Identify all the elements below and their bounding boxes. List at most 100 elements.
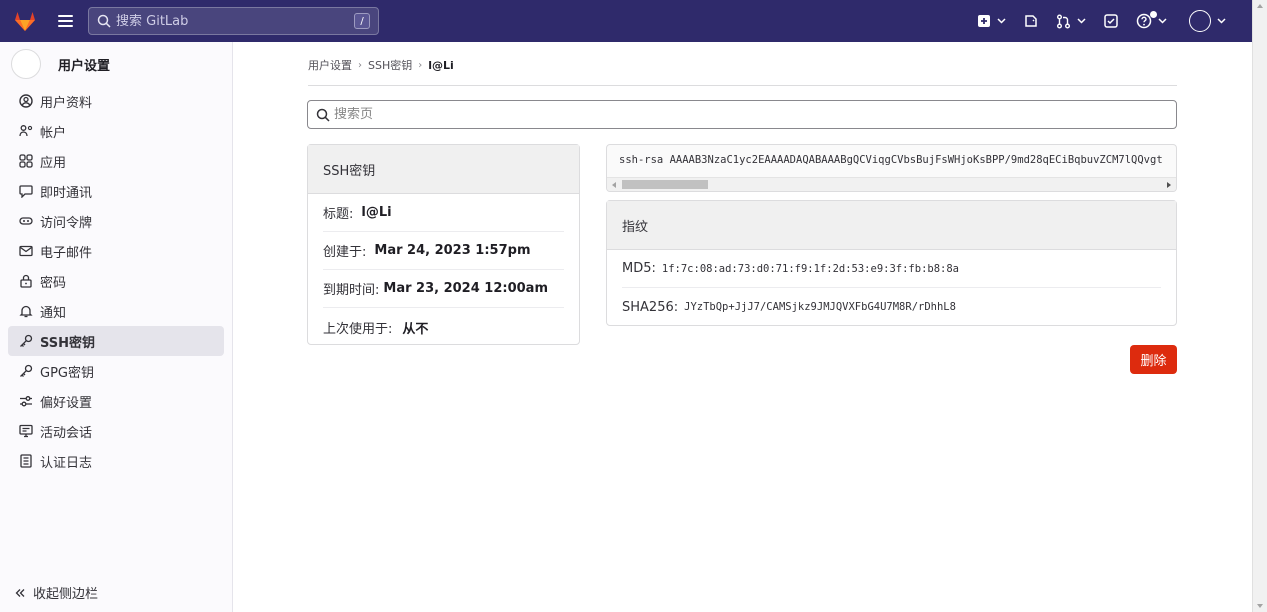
double-chevron-left-icon xyxy=(15,588,25,597)
sidebar-item-emails[interactable]: 电子邮件 xyxy=(8,236,224,266)
sidebar-item-label: 活动会话 xyxy=(40,425,93,441)
sidebar-item-auth-log[interactable]: 认证日志 xyxy=(8,446,224,476)
account-icon xyxy=(19,124,33,138)
sidebar-item-account[interactable]: 帐户 xyxy=(8,116,224,146)
hamburger-line xyxy=(58,25,73,27)
user-avatar xyxy=(1189,10,1211,32)
sidebar-item-preferences[interactable]: 偏好设置 xyxy=(8,386,224,416)
sidebar-item-label: SSH密钥 xyxy=(40,335,96,351)
sidebar-avatar xyxy=(11,49,41,79)
scrollbar-thumb[interactable] xyxy=(622,180,708,189)
breadcrumb-current[interactable]: l@Li xyxy=(428,59,454,72)
plus-square-icon xyxy=(978,15,990,27)
chevron-down-icon xyxy=(997,18,1006,24)
token-icon xyxy=(19,214,33,228)
chevron-right-icon: › xyxy=(358,59,362,71)
global-search[interactable]: / xyxy=(88,7,379,35)
sidebar-header: 用户设置 xyxy=(0,42,232,86)
breadcrumb-link-ssh-keys[interactable]: SSH密钥 xyxy=(368,57,412,73)
fingerprints-card-header: 指纹 xyxy=(607,201,1176,250)
key-horizontal-scrollbar[interactable] xyxy=(607,177,1176,191)
issues-icon xyxy=(1025,15,1037,27)
applications-icon xyxy=(19,154,33,168)
todo-check-icon xyxy=(1104,14,1118,28)
md5-value: 1f:7c:08:ad:73:d0:71:f9:1f:2d:53:e9:3f:f… xyxy=(661,262,960,275)
sidebar-item-chat[interactable]: 即时通讯 xyxy=(8,176,224,206)
top-navbar: / xyxy=(0,0,1252,42)
settings-sidebar: 用户设置 用户资料 帐户 应用 即时通讯 访问令牌 电子邮件 密码 通知 SSH… xyxy=(0,42,233,612)
search-shortcut-key: / xyxy=(354,13,370,29)
key-title-label: 标题: xyxy=(323,207,354,222)
key-expires-value: Mar 23, 2024 12:00am xyxy=(383,281,548,296)
collapse-sidebar-label: 收起侧边栏 xyxy=(33,587,99,602)
scroll-down-arrow-icon[interactable] xyxy=(1257,604,1263,608)
lock-icon xyxy=(19,274,33,288)
issues-button[interactable] xyxy=(1024,14,1038,28)
delete-key-button[interactable]: 删除 xyxy=(1130,345,1177,374)
sidebar-item-profile[interactable]: 用户资料 xyxy=(8,86,224,116)
fingerprints-card: 指纹 MD5: 1f:7c:08:ad:73:d0:71:f9:1f:2d:53… xyxy=(606,200,1177,326)
key-created-value: Mar 24, 2023 1:57pm xyxy=(374,243,531,258)
md5-label: MD5: xyxy=(622,261,656,276)
sidebar-item-access-tokens[interactable]: 访问令牌 xyxy=(8,206,224,236)
hamburger-line xyxy=(58,15,73,17)
key-icon xyxy=(19,334,33,348)
sidebar-item-label: 通知 xyxy=(40,305,67,321)
sidebar-item-label: 用户资料 xyxy=(40,95,93,111)
preferences-icon xyxy=(19,394,33,408)
sidebar-item-applications[interactable]: 应用 xyxy=(8,146,224,176)
chevron-down-icon xyxy=(1217,18,1226,24)
sidebar-item-label: 即时通讯 xyxy=(40,185,93,201)
md5-fingerprint-row: MD5: 1f:7c:08:ad:73:d0:71:f9:1f:2d:53:e9… xyxy=(622,250,1161,288)
help-dropdown[interactable] xyxy=(1136,11,1167,29)
breadcrumb-divider xyxy=(308,85,1177,86)
key-created-row: 创建于: Mar 24, 2023 1:57pm xyxy=(323,232,564,270)
sha256-fingerprint-row: SHA256: JYzTbQp+JjJ7/CAMSjkz9JMJQVXFbG4U… xyxy=(622,288,1161,326)
key-expires-label: 到期时间: xyxy=(323,283,380,298)
sidebar-item-password[interactable]: 密码 xyxy=(8,266,224,296)
ssh-key-text[interactable]: ssh-rsa AAAAB3NzaC1yc2EAAAADAQABAAABgQCV… xyxy=(619,154,1163,166)
sidebar-item-notifications[interactable]: 通知 xyxy=(8,296,224,326)
sidebar-item-active-sessions[interactable]: 活动会话 xyxy=(8,416,224,446)
scroll-left-arrow-icon[interactable] xyxy=(612,182,616,188)
sidebar-title: 用户设置 xyxy=(58,58,111,74)
key-last-used-label: 上次使用于: xyxy=(323,321,393,337)
ssh-key-card-header: SSH密钥 xyxy=(308,145,579,194)
sidebar-item-label: 密码 xyxy=(40,275,67,291)
sidebar-item-ssh-keys[interactable]: SSH密钥 xyxy=(8,326,224,356)
key-icon xyxy=(19,364,33,378)
menu-toggle-button[interactable] xyxy=(58,15,73,27)
search-icon xyxy=(97,14,111,28)
ssh-key-text-box[interactable]: ssh-rsa AAAAB3NzaC1yc2EAAAADAQABAAABgQCV… xyxy=(606,144,1177,192)
ssh-key-info-card: SSH密钥 标题: l@Li 创建于: Mar 24, 2023 1:57pm … xyxy=(307,144,580,345)
key-last-used-value: 从不 xyxy=(402,321,429,337)
page-search[interactable] xyxy=(307,100,1177,129)
sidebar-item-label: 偏好设置 xyxy=(40,395,93,411)
chevron-right-icon: › xyxy=(418,59,423,71)
hamburger-line xyxy=(58,20,73,22)
collapse-sidebar-button[interactable]: 收起侧边栏 xyxy=(15,583,98,602)
key-last-used-row: 上次使用于: 从不 xyxy=(323,308,564,346)
sidebar-item-label: GPG密钥 xyxy=(40,365,94,381)
log-icon xyxy=(19,454,33,468)
page-scrollbar[interactable] xyxy=(1252,0,1267,612)
scroll-right-arrow-icon[interactable] xyxy=(1167,182,1171,188)
user-menu-dropdown[interactable] xyxy=(1189,10,1226,32)
sessions-icon xyxy=(19,424,33,438)
page-search-input[interactable] xyxy=(334,107,1168,122)
key-title-row: 标题: l@Li xyxy=(323,194,564,232)
new-item-dropdown[interactable] xyxy=(977,14,1006,28)
key-expires-row: 到期时间: Mar 23, 2024 12:00am xyxy=(323,270,564,308)
scroll-up-arrow-icon[interactable] xyxy=(1257,4,1263,8)
sidebar-item-label: 访问令牌 xyxy=(40,215,93,231)
key-title-value: l@Li xyxy=(361,205,392,220)
sidebar-item-gpg-keys[interactable]: GPG密钥 xyxy=(8,356,224,386)
merge-requests-dropdown[interactable] xyxy=(1056,14,1086,29)
chevron-down-icon xyxy=(1077,18,1086,24)
global-search-input[interactable] xyxy=(116,13,354,29)
breadcrumb-link-user-settings[interactable]: 用户设置 xyxy=(308,57,352,73)
notification-dot xyxy=(1150,11,1157,18)
gitlab-logo-icon[interactable] xyxy=(12,8,38,34)
sidebar-item-label: 电子邮件 xyxy=(40,245,93,261)
todos-button[interactable] xyxy=(1104,14,1118,28)
